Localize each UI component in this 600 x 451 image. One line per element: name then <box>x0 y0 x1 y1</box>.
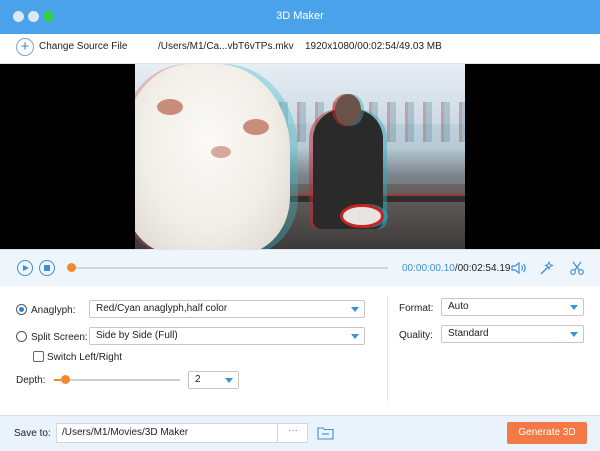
browse-button[interactable]: ··· <box>277 423 308 443</box>
video-preview <box>0 64 600 249</box>
anaglyph-radio[interactable] <box>16 304 27 315</box>
anaglyph-label: Anaglyph: <box>31 305 76 316</box>
file-meta: 1920x1080/00:02:54/49.03 MB <box>305 41 442 52</box>
quality-value: Standard <box>448 328 489 339</box>
settings-panel: Anaglyph: Red/Cyan anaglyph,half color S… <box>0 286 600 415</box>
file-path: /Users/M1/Ca...vbT6vTPs.mkv <box>158 41 294 52</box>
window-title: 3D Maker <box>276 10 324 22</box>
seek-bar[interactable] <box>70 267 388 269</box>
switch-left-right-checkbox[interactable] <box>33 351 44 362</box>
save-path-field[interactable]: /Users/M1/Movies/3D Maker <box>56 423 308 443</box>
format-value: Auto <box>448 301 469 312</box>
split-screen-value: Side by Side (Full) <box>96 330 178 341</box>
split-screen-label: Split Screen: <box>31 332 88 343</box>
seek-handle[interactable] <box>67 263 76 272</box>
save-to-label: Save to: <box>14 428 51 439</box>
effects-wand-icon[interactable] <box>539 260 555 276</box>
play-button[interactable] <box>17 260 33 276</box>
anaglyph-value: Red/Cyan anaglyph,half color <box>96 303 228 314</box>
split-screen-select[interactable]: Side by Side (Full) <box>89 327 365 345</box>
quality-label: Quality: <box>399 330 433 341</box>
chevron-down-icon <box>225 378 233 383</box>
generate-3d-button[interactable]: Generate 3D <box>507 422 587 444</box>
format-select[interactable]: Auto <box>441 298 584 316</box>
add-circle-icon[interactable]: + <box>16 38 34 56</box>
video-frame <box>135 64 465 249</box>
chevron-down-icon <box>570 332 578 337</box>
current-time: 00:00:00.10 <box>402 263 455 274</box>
depth-slider[interactable] <box>54 379 180 381</box>
change-source-button[interactable]: Change Source File <box>39 41 127 52</box>
volume-icon[interactable] <box>511 261 527 275</box>
settings-divider <box>387 296 388 401</box>
stop-button[interactable] <box>39 260 55 276</box>
depth-label: Depth: <box>16 375 46 386</box>
time-display: 00:00:00.10/00:02:54.19 <box>402 263 510 274</box>
total-time: 00:02:54.19 <box>457 263 511 274</box>
playback-controls: 00:00:00.10/00:02:54.19 <box>0 249 600 286</box>
chevron-down-icon <box>351 307 359 312</box>
chevron-down-icon <box>570 305 578 310</box>
switch-left-right-label: Switch Left/Right <box>47 352 123 363</box>
footer-bar: Save to: /Users/M1/Movies/3D Maker ··· G… <box>0 415 600 451</box>
depth-slider-handle[interactable] <box>61 375 70 384</box>
depth-select[interactable]: 2 <box>188 371 239 389</box>
chevron-down-icon <box>351 334 359 339</box>
quality-select[interactable]: Standard <box>441 325 584 343</box>
source-info-bar: + Change Source File /Users/M1/Ca...vbT6… <box>0 34 600 64</box>
format-label: Format: <box>399 303 434 314</box>
scissors-icon[interactable] <box>569 260 585 276</box>
depth-value: 2 <box>195 374 201 385</box>
split-screen-radio[interactable] <box>16 331 27 342</box>
title-bar: 3D Maker <box>0 0 600 34</box>
anaglyph-select[interactable]: Red/Cyan anaglyph,half color <box>89 300 365 318</box>
open-folder-icon[interactable] <box>317 426 334 440</box>
